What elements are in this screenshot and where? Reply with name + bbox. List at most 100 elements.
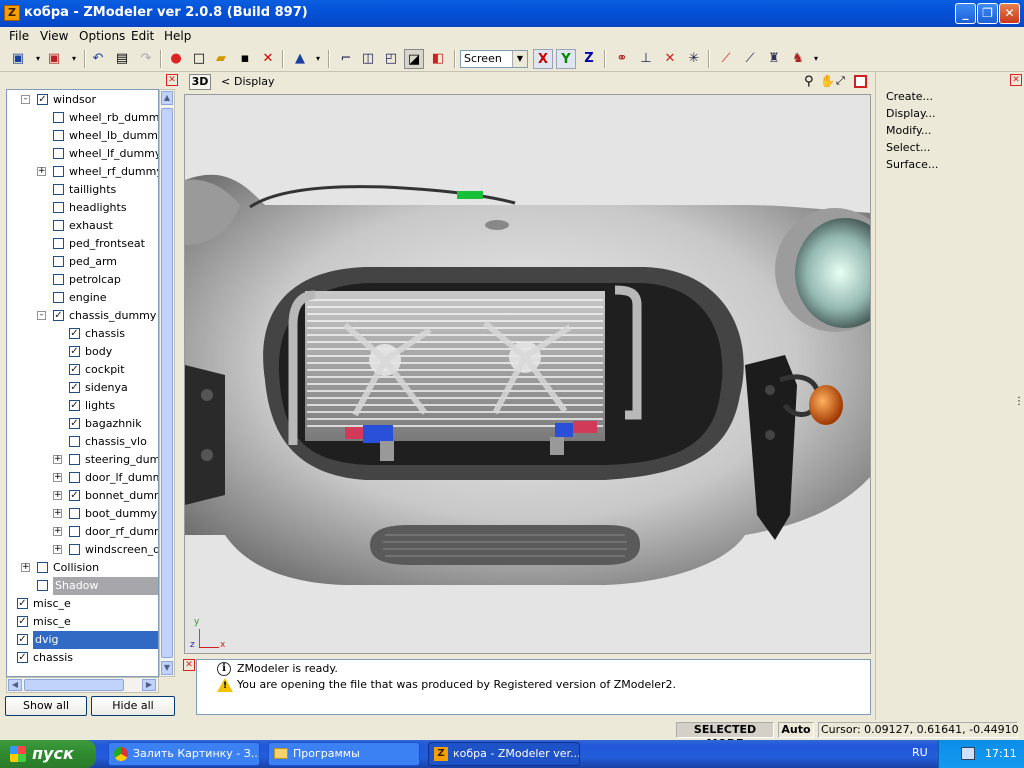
chevron-down-icon[interactable]: ▼ [512, 51, 527, 67]
tree-item[interactable]: ✓ chassis [7, 649, 158, 667]
visibility-checkbox[interactable]: ✓ [17, 652, 28, 663]
figure-icon[interactable]: ♜ [764, 49, 784, 69]
taskbar-item-browser[interactable]: Залить Картинку - З... [108, 742, 260, 766]
tree-horizontal-scrollbar[interactable]: ◀ ▶ [6, 677, 159, 693]
tree-item[interactable]: ✓ misc_e [7, 595, 158, 613]
tree-vertical-scrollbar[interactable]: ▲ ▼ [159, 89, 175, 677]
visibility-checkbox[interactable] [53, 274, 64, 285]
visibility-checkbox[interactable] [37, 580, 48, 591]
scroll-right-icon[interactable]: ▶ [142, 679, 156, 691]
tree-item[interactable]: ✓ body [7, 343, 158, 361]
tree-item[interactable]: + windscreen_du [7, 541, 158, 559]
tree-item[interactable]: exhaust [7, 217, 158, 235]
skeleton-icon[interactable]: ⟋ [740, 49, 760, 69]
delete-icon[interactable]: ✕ [258, 49, 278, 69]
zmodeler-app-icon[interactable]: Z [4, 5, 20, 21]
network-icon[interactable] [961, 747, 975, 760]
taskbar-item-zmodeler[interactable]: Z кобра - ZModeler ver... [428, 742, 580, 766]
panel-close-icon[interactable]: ✕ [1010, 74, 1022, 86]
link-icon[interactable]: ⚭ [612, 49, 632, 69]
visibility-checkbox[interactable]: ✓ [17, 598, 28, 609]
scroll-thumb[interactable] [161, 108, 173, 658]
close-button[interactable]: ✕ [999, 3, 1020, 24]
expand-icon[interactable]: + [53, 509, 62, 518]
command-display[interactable]: Display... [886, 107, 935, 120]
visibility-checkbox[interactable] [53, 256, 64, 267]
tree-item[interactable]: + boot_dummy [7, 505, 158, 523]
auto-indicator[interactable]: Auto [778, 722, 814, 738]
tree-item[interactable]: + Collision [7, 559, 158, 577]
visibility-checkbox[interactable]: ✓ [69, 400, 80, 411]
scroll-thumb[interactable] [24, 679, 124, 691]
visibility-checkbox[interactable]: ✓ [17, 634, 28, 645]
visibility-checkbox[interactable]: ✓ [37, 94, 48, 105]
visibility-checkbox[interactable]: ✓ [69, 328, 80, 339]
multi-figure-icon[interactable]: ♞ [788, 49, 808, 69]
tree-item[interactable]: + wheel_rf_dummy [7, 163, 158, 181]
element-mode-icon[interactable]: ◧ [428, 49, 448, 69]
visibility-checkbox[interactable] [53, 130, 64, 141]
selected-mode-indicator[interactable]: SELECTED MODE [676, 722, 774, 750]
fit-icon[interactable]: ⤢ [836, 74, 845, 88]
export-icon[interactable]: ▣ [44, 49, 64, 69]
expand-icon[interactable]: + [21, 563, 30, 572]
visibility-checkbox[interactable] [37, 562, 48, 573]
visibility-checkbox[interactable]: ✓ [69, 346, 80, 357]
tree-item[interactable]: + ✓ bonnet_dummy [7, 487, 158, 505]
dropdown-arrow-icon[interactable]: ▾ [806, 49, 826, 69]
maximize-viewport-icon[interactable] [854, 75, 867, 88]
expand-icon[interactable]: + [53, 527, 62, 536]
visibility-checkbox[interactable] [53, 148, 64, 159]
tree-item[interactable]: ped_frontseat [7, 235, 158, 253]
pan-icon[interactable]: ✋ [820, 74, 835, 88]
face-mode-icon[interactable]: ◫ [358, 49, 378, 69]
visibility-checkbox[interactable]: ✓ [69, 418, 80, 429]
tree-item[interactable]: wheel_lb_dummy [7, 127, 158, 145]
visibility-checkbox[interactable] [69, 472, 80, 483]
tree-item[interactable]: wheel_rb_dummy [7, 109, 158, 127]
redo-icon[interactable]: ↷ [136, 49, 156, 69]
import-icon[interactable]: ▣ [8, 49, 28, 69]
tree-item[interactable]: petrolcap [7, 271, 158, 289]
hide-all-button[interactable]: Hide all [91, 696, 175, 716]
visibility-checkbox[interactable]: ✓ [69, 364, 80, 375]
show-all-button[interactable]: Show all [5, 696, 87, 716]
menu-edit[interactable]: Edit [131, 29, 154, 43]
visibility-checkbox[interactable] [69, 436, 80, 447]
command-surface[interactable]: Surface... [886, 158, 938, 171]
vertex-mode-icon[interactable]: ⌐ [336, 49, 356, 69]
visibility-checkbox[interactable] [53, 202, 64, 213]
visibility-checkbox[interactable] [53, 292, 64, 303]
menu-view[interactable]: View [40, 29, 68, 43]
command-modify[interactable]: Modify... [886, 124, 931, 137]
visibility-checkbox[interactable] [53, 220, 64, 231]
axis-x-toggle[interactable]: X [533, 49, 553, 69]
tree-item[interactable]: + door_rf_dummy [7, 523, 158, 541]
menu-help[interactable]: Help [164, 29, 191, 43]
language-indicator[interactable]: RU [912, 746, 928, 759]
minimize-button[interactable]: _ [955, 3, 976, 24]
clipboard-icon[interactable]: ▤ [112, 49, 132, 69]
3d-viewport[interactable]: y z x [184, 94, 871, 654]
visibility-checkbox[interactable] [53, 112, 64, 123]
new-file-icon[interactable]: □ [189, 49, 209, 69]
tree-item[interactable]: ped_arm [7, 253, 158, 271]
viewport-back-icon[interactable]: < [221, 75, 230, 88]
tree-item[interactable]: engine [7, 289, 158, 307]
object-mode-icon[interactable]: ◰ [381, 49, 401, 69]
undo-icon[interactable]: ↶ [88, 49, 108, 69]
view-mode-select[interactable]: Screen ▼ [460, 50, 528, 68]
visibility-checkbox[interactable] [69, 526, 80, 537]
expand-icon[interactable]: + [53, 491, 62, 500]
tree-item[interactable]: ✓ dvig [7, 631, 158, 649]
tree-item[interactable]: ✓ sidenya [7, 379, 158, 397]
log-close-icon[interactable]: ✕ [183, 659, 195, 671]
tree-item[interactable]: ✓ lights [7, 397, 158, 415]
taskbar-item-folder[interactable]: Программы [268, 742, 420, 766]
expand-icon[interactable]: + [37, 167, 46, 176]
visibility-checkbox[interactable]: ✓ [69, 382, 80, 393]
dropdown-arrow-icon[interactable]: ▾ [308, 49, 328, 69]
dropdown-arrow-icon[interactable]: ▾ [64, 49, 84, 69]
tree-item[interactable]: + steering_dumm [7, 451, 158, 469]
panel-handle-icon[interactable]: ⋮ [1014, 396, 1024, 407]
